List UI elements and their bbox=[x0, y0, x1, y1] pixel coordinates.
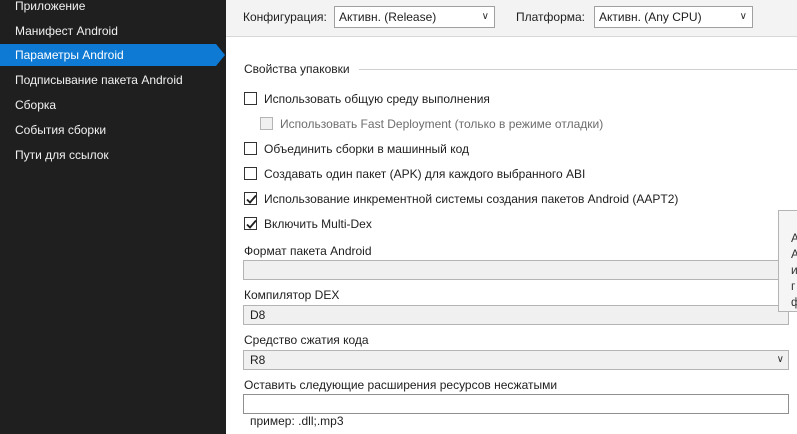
tooltip-line: А bbox=[791, 247, 797, 261]
package-format-select[interactable] bbox=[243, 260, 789, 280]
configuration-toolbar: Конфигурация: Активн. (Release) ∨ Платфо… bbox=[226, 0, 797, 37]
sidebar-item-android-manifest[interactable]: Манифест Android bbox=[0, 20, 216, 42]
dex-compiler-select[interactable]: D8 bbox=[243, 305, 789, 325]
checkbox-label: Объединить сборки в машинный код bbox=[264, 142, 470, 156]
checkbox-label: Использование инкрементной системы созда… bbox=[264, 192, 679, 206]
selection-indicator bbox=[216, 44, 225, 66]
dex-compiler-value: D8 bbox=[250, 308, 266, 322]
platform-select[interactable]: Активн. (Any CPU) ∨ bbox=[594, 6, 753, 28]
tooltip-line: А bbox=[791, 231, 797, 245]
checkbox-label: Использовать общую среду выполнения bbox=[264, 92, 490, 106]
package-format-label: Формат пакета Android bbox=[244, 244, 372, 258]
checkbox-box[interactable] bbox=[260, 117, 273, 130]
group-divider bbox=[359, 69, 797, 70]
checkbox-label: Создавать один пакет (APK) для каждого в… bbox=[264, 167, 586, 181]
dex-compiler-label: Компилятор DEX bbox=[244, 288, 340, 302]
checkmark-icon bbox=[246, 219, 256, 229]
sidebar-item-reference-paths[interactable]: Пути для ссылок bbox=[0, 144, 216, 166]
uncompressed-extensions-hint: пример: .dll;.mp3 bbox=[250, 414, 344, 428]
checkmark-icon bbox=[246, 194, 256, 204]
tooltip-line: ф bbox=[791, 295, 797, 309]
chevron-down-icon: ∨ bbox=[481, 11, 489, 22]
sidebar-item-application[interactable]: Приложение bbox=[0, 0, 216, 17]
sidebar-item-android-options[interactable]: Параметры Android bbox=[0, 44, 216, 66]
checkbox-box[interactable] bbox=[244, 167, 257, 180]
sidebar-item-android-package-signing[interactable]: Подписывание пакета Android bbox=[0, 69, 216, 91]
main-panel: Конфигурация: Активн. (Release) ∨ Платфо… bbox=[226, 0, 797, 434]
packaging-properties-title: Свойства упаковки bbox=[244, 62, 350, 76]
code-shrinker-label: Средство сжатия кода bbox=[244, 333, 369, 347]
code-shrinker-select[interactable]: R8 ∨ bbox=[243, 350, 789, 370]
checkbox-box[interactable] bbox=[244, 217, 257, 230]
sidebar-item-build[interactable]: Сборка bbox=[0, 94, 216, 116]
platform-label: Платформа: bbox=[516, 10, 586, 24]
tooltip-line: г bbox=[791, 279, 796, 293]
configuration-select[interactable]: Активн. (Release) ∨ bbox=[334, 6, 495, 28]
checkbox-label: Включить Multi-Dex bbox=[264, 217, 372, 231]
sidebar: Приложение Манифест Android Параметры An… bbox=[0, 0, 226, 434]
uncompressed-extensions-input[interactable] bbox=[243, 394, 789, 414]
uncompressed-extensions-label: Оставить следующие расширения ресурсов н… bbox=[244, 378, 558, 392]
tooltip-popup: А А и г ф bbox=[778, 210, 797, 312]
tooltip-line: и bbox=[791, 263, 797, 277]
configuration-label: Конфигурация: bbox=[243, 10, 327, 24]
checkbox-box[interactable] bbox=[244, 92, 257, 105]
chevron-down-icon: ∨ bbox=[776, 354, 784, 365]
checkbox-label: Использовать Fast Deployment (только в р… bbox=[280, 117, 604, 131]
configuration-value: Активн. (Release) bbox=[339, 10, 437, 24]
checkbox-box[interactable] bbox=[244, 192, 257, 205]
platform-value: Активн. (Any CPU) bbox=[599, 10, 702, 24]
sidebar-item-build-events[interactable]: События сборки bbox=[0, 119, 216, 141]
chevron-down-icon: ∨ bbox=[739, 11, 747, 22]
code-shrinker-value: R8 bbox=[250, 353, 266, 367]
checkbox-box[interactable] bbox=[244, 142, 257, 155]
